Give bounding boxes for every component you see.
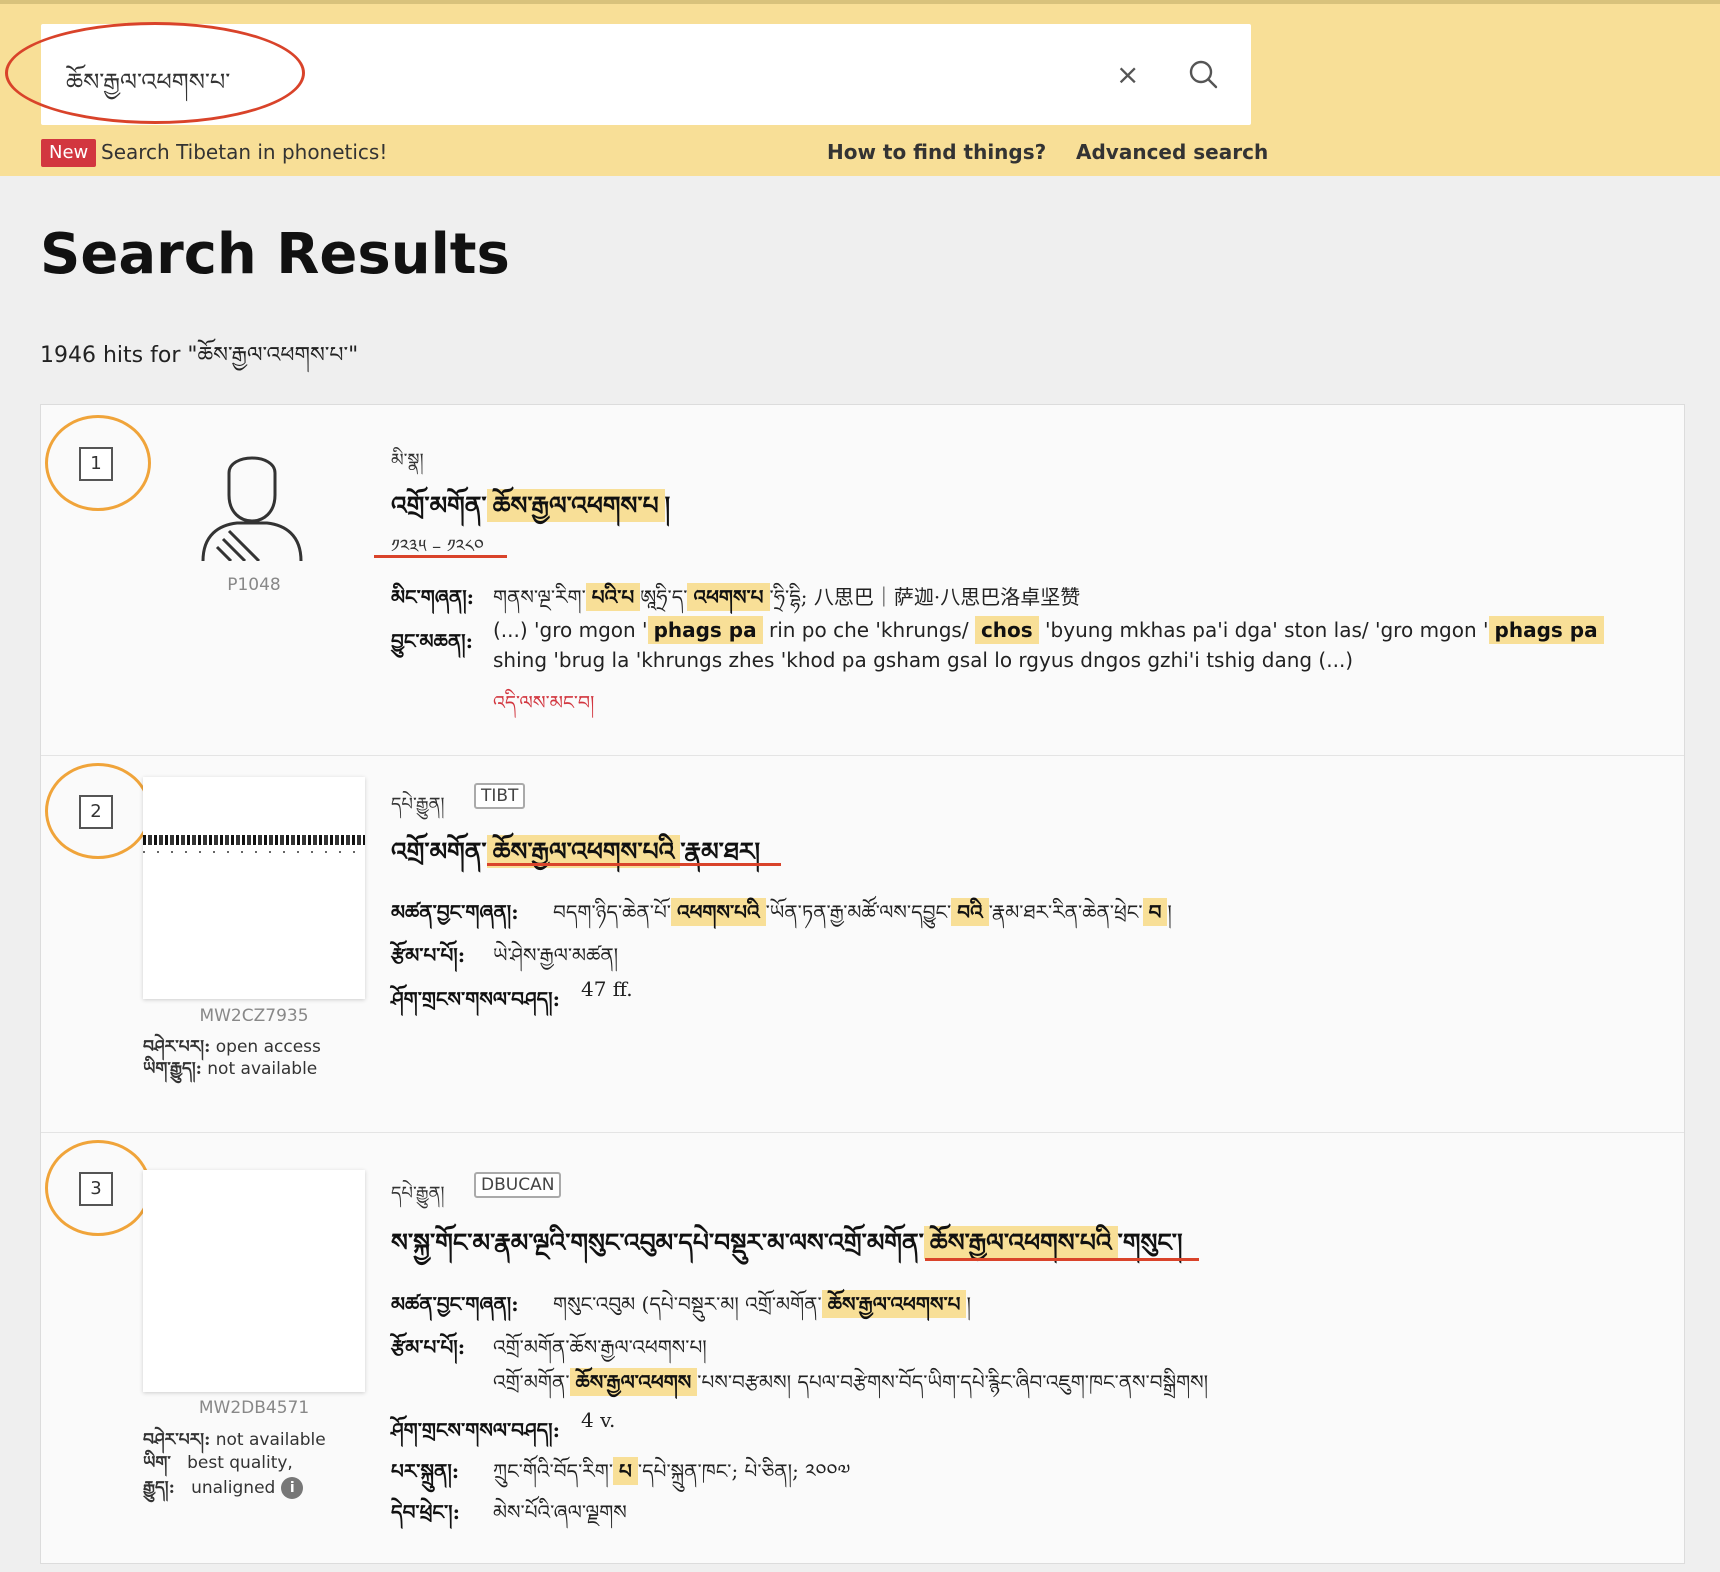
extent: 47 ff. bbox=[581, 977, 633, 1001]
extent: 4 v. bbox=[581, 1408, 616, 1432]
new-badge: New bbox=[41, 139, 97, 167]
results-list: 1 P1048 མི་སྣ། འགྲོ་མགོན་ ཆོས་རྒྱལ་འཕགས་པ… bbox=[40, 404, 1685, 1564]
result-number: 1 bbox=[79, 447, 113, 481]
etext-status: ཡིག་རྒྱུད།: not available bbox=[143, 1059, 318, 1079]
more-link[interactable]: འདི་ལས་མང་བ། bbox=[493, 681, 594, 735]
result-number: 2 bbox=[79, 795, 113, 829]
result-id[interactable]: MW2DB4571 bbox=[143, 1398, 365, 1418]
annotation-underline bbox=[487, 863, 781, 866]
advanced-search-link[interactable]: Advanced search bbox=[1076, 140, 1268, 164]
other-title: བདག་ཉིད་ཆེན་པོ་ འཕགས་པའི ་ཡོན་ཏན་རྒྱ་མཚོ་ལ… bbox=[553, 898, 1172, 926]
result-title[interactable]: འགྲོ་མགོན་ ཆོས་རྒྱལ་འཕགས་པའི ་རྣམ་ཐར། bbox=[391, 823, 760, 894]
result-title[interactable]: ས་སྐྱ་གོང་མ་རྣམ་ལྔའི་གསུང་འབུམ་དཔེ་བསྡུར… bbox=[391, 1214, 1183, 1285]
manuscript-dots bbox=[143, 851, 365, 853]
how-to-link[interactable]: How to find things? bbox=[827, 140, 1046, 164]
annotation-underline bbox=[374, 555, 507, 558]
annotation-underline bbox=[925, 1258, 1199, 1261]
result-item: 1 P1048 མི་སྣ། འགྲོ་མགོན་ ཆོས་རྒྱལ་འཕགས་པ… bbox=[41, 405, 1684, 756]
result-number: 3 bbox=[79, 1172, 113, 1206]
result-id[interactable]: P1048 bbox=[143, 575, 365, 595]
search-header: ཆོས་རྒྱལ་འཕགས་པ་ × New Search Tibetan in… bbox=[0, 0, 1720, 176]
result-dates: ༡༢༣༥ – ༡༢༨༠ bbox=[391, 536, 484, 557]
etext-status-cont: རྒྱུད།: unaligned i bbox=[143, 1468, 304, 1516]
phonetics-link[interactable]: Search Tibetan in phonetics! bbox=[101, 140, 387, 164]
manuscript-line bbox=[143, 835, 365, 845]
field-label: དེབ་ཕྲེང་།: bbox=[391, 1500, 460, 1524]
hit-count: 1946 hits for "ཆོས་རྒྱལ་འཕགས་པ་" bbox=[40, 343, 359, 368]
search-icon[interactable] bbox=[1187, 58, 1221, 92]
search-input[interactable]: ཆོས་རྒྱལ་འཕགས་པ་ bbox=[66, 56, 230, 123]
result-snippet: (...) 'gro mgon ' phags pa rin po che 'kh… bbox=[493, 615, 1653, 675]
script-tag: DBUCAN bbox=[474, 1172, 562, 1198]
result-id[interactable]: MW2CZ7935 bbox=[143, 1006, 365, 1026]
result-item: 2 MW2CZ7935 བཤེར་པར།: open access ཡིག་རྒ… bbox=[41, 755, 1684, 1133]
close-icon[interactable]: × bbox=[1116, 58, 1139, 91]
field-label: བྱུང་མཆན།: bbox=[391, 629, 474, 653]
page-title: Search Results bbox=[40, 222, 510, 287]
thumbnail[interactable] bbox=[143, 1170, 365, 1392]
thumbnail[interactable] bbox=[143, 777, 365, 999]
field-label: ཤོག་གྲངས་གསལ་བཤད།: bbox=[391, 987, 561, 1011]
result-item: 3 MW2DB4571 བཤེར་པར།: not available ཡིག་… bbox=[41, 1132, 1684, 1572]
search-box[interactable]: ཆོས་རྒྱལ་འཕགས་པ་ × bbox=[41, 24, 1251, 125]
info-icon[interactable]: i bbox=[281, 1477, 304, 1499]
series[interactable]: མེས་པོའི་ཞལ་ལྗགས bbox=[493, 1490, 627, 1546]
person-icon bbox=[201, 456, 303, 561]
field-label: རྩོམ་པ་པོ།: bbox=[391, 1335, 466, 1359]
script-tag: TIBT bbox=[474, 783, 526, 809]
